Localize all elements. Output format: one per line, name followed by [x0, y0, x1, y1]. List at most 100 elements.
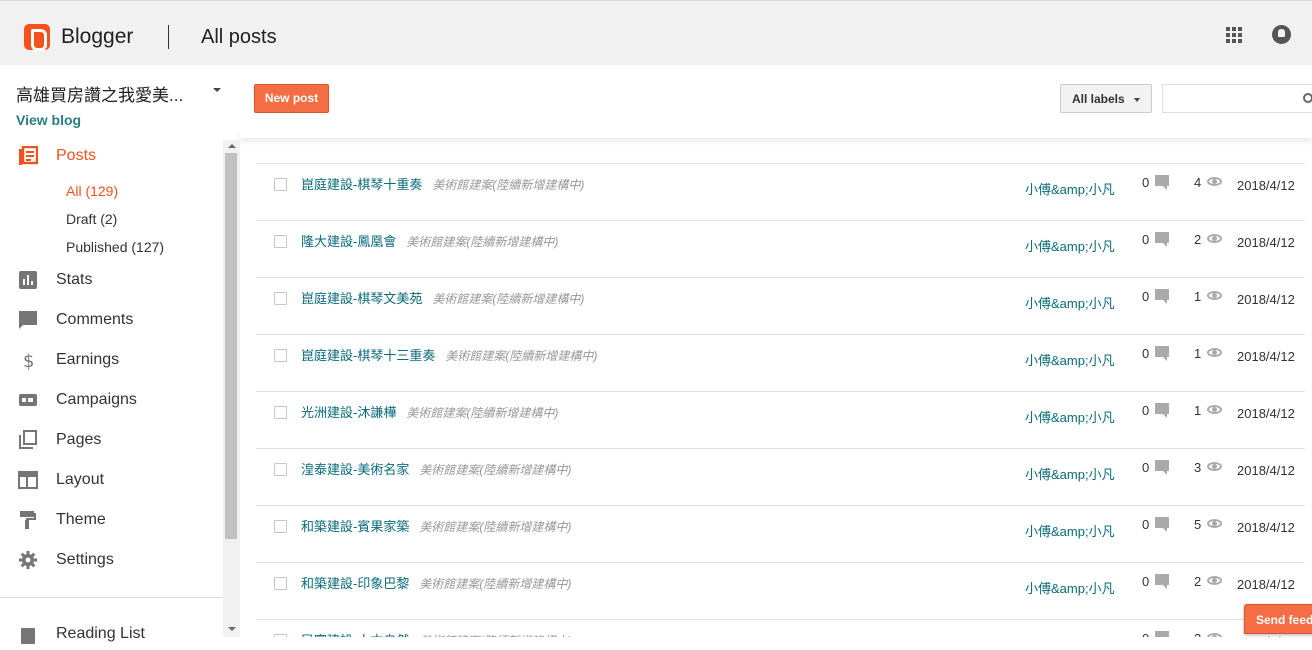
post-checkbox[interactable]: [274, 292, 287, 305]
view-count: 3: [1194, 460, 1202, 475]
post-row[interactable]: 崑庭建設-棋琴文美苑 美術館建案(陸續新增建構中) 小傅&amp;小凡 0 1 2018/…: [256, 277, 1305, 334]
post-labels: 美術館建案(陸續新增建構中): [445, 349, 598, 363]
post-author[interactable]: 小傅&amp;小凡: [1025, 179, 1115, 198]
post-checkbox[interactable]: [274, 349, 287, 362]
post-title-text[interactable]: 民富建設-人本自然: [301, 633, 409, 637]
post-title-text[interactable]: 湟泰建設-美術名家: [301, 462, 409, 477]
post-row[interactable]: 崑庭建設-棋琴十重奏 美術館建案(陸續新增建構中) 小傅&amp;小凡 0 4 2018/…: [256, 163, 1305, 220]
comment-icon: [1155, 631, 1169, 637]
post-date: 2018/4/12: [1237, 520, 1295, 535]
post-row[interactable]: 和築建設-賓果家築 美術館建案(陸續新增建構中) 小傅&amp;小凡 0 5 2018/4…: [256, 505, 1305, 562]
sidebar-scrollbar[interactable]: [223, 140, 240, 637]
sidebar-item-layout[interactable]: Layout: [0, 464, 223, 496]
post-author[interactable]: 小傅&amp;小凡: [1025, 521, 1115, 540]
post-title-text[interactable]: 光洲建設-沐謙樺: [301, 405, 396, 420]
scroll-down-icon[interactable]: [228, 627, 236, 631]
comment-icon: [1155, 574, 1169, 589]
scrollbar-thumb[interactable]: [225, 153, 237, 539]
post-title-text[interactable]: 和築建設-印象巴黎: [301, 576, 409, 591]
eye-icon: [1207, 405, 1222, 414]
view-count: 5: [1194, 517, 1202, 532]
post-checkbox[interactable]: [274, 463, 287, 476]
blogger-logo-icon[interactable]: [24, 24, 50, 51]
post-row[interactable]: 崑庭建設-棋琴十三重奏 美術館建案(陸續新增建構中) 小傅&amp;小凡 0 1 2018…: [256, 334, 1305, 391]
post-title[interactable]: 和築建設-賓果家築 美術館建案(陸續新增建構中): [301, 516, 571, 535]
reading-list-icon: [21, 628, 35, 644]
search-icon[interactable]: [1303, 93, 1312, 103]
eye-icon: [1207, 633, 1222, 637]
post-title-text[interactable]: 隆大建設-鳳凰會: [301, 234, 396, 249]
notifications-icon[interactable]: [1272, 25, 1291, 44]
post-labels: 美術館建案(陸續新增建構中): [406, 406, 559, 420]
post-date: 2018/4/12: [1237, 292, 1295, 307]
post-row[interactable]: 隆大建設-鳳凰會 美術館建案(陸續新增建構中) 小傅&amp;小凡 0 2 2018/4/…: [256, 220, 1305, 277]
post-title-text[interactable]: 崑庭建設-棋琴文美苑: [301, 291, 422, 306]
sidebar-item-theme[interactable]: Theme: [0, 504, 223, 536]
post-title[interactable]: 光洲建設-沐謙樺 美術館建案(陸續新增建構中): [301, 402, 558, 421]
sidebar-item-campaigns[interactable]: Campaigns: [0, 384, 223, 416]
comment-count: 0: [1142, 346, 1150, 361]
sidebar-item-label: Stats: [56, 271, 93, 288]
search-input[interactable]: [1162, 84, 1312, 113]
view-count: 1: [1194, 346, 1202, 361]
sidebar-item-earnings[interactable]: $ Earnings: [0, 344, 223, 376]
post-author[interactable]: 小傅&amp;小凡: [1025, 236, 1115, 255]
brand-name[interactable]: Blogger: [61, 25, 133, 49]
eye-icon: [1207, 291, 1222, 300]
comment-icon: [1155, 175, 1169, 190]
sidebar-item-comments[interactable]: Comments: [0, 304, 223, 336]
send-feedback-button[interactable]: Send feedback: [1244, 604, 1312, 634]
post-labels: 美術館建案(陸續新增建構中): [419, 577, 572, 591]
blog-selector[interactable]: 高雄買房讚之我愛美...: [16, 81, 183, 106]
layout-icon: [18, 471, 38, 489]
post-checkbox[interactable]: [274, 178, 287, 191]
apps-grid-icon[interactable]: [1226, 27, 1242, 43]
sidebar-subitem-published[interactable]: Published (127): [66, 239, 164, 255]
post-labels: 美術館建案(陸續新增建構中): [419, 520, 572, 534]
comment-count: 0: [1142, 460, 1150, 475]
sidebar-subitem-draft[interactable]: Draft (2): [66, 211, 117, 227]
sidebar-item-reading-list[interactable]: Reading List: [0, 618, 223, 650]
post-author[interactable]: 小傅&amp;小凡: [1025, 578, 1115, 597]
post-title-text[interactable]: 崑庭建設-棋琴十重奏: [301, 177, 422, 192]
post-row[interactable]: 和築建設-印象巴黎 美術館建案(陸續新增建構中) 小傅&amp;小凡 0 2 2018/4…: [256, 562, 1305, 619]
post-title[interactable]: 崑庭建設-棋琴十重奏 美術館建案(陸續新增建構中): [301, 174, 584, 193]
sidebar-item-stats[interactable]: Stats: [0, 264, 223, 296]
view-blog-link[interactable]: View blog: [16, 112, 81, 128]
comment-icon: [1155, 403, 1169, 418]
post-author[interactable]: 小傅&amp;小凡: [1025, 350, 1115, 369]
sidebar-item-posts[interactable]: Posts: [0, 140, 223, 172]
post-title[interactable]: 湟泰建設-美術名家 美術館建案(陸續新增建構中): [301, 459, 571, 478]
post-checkbox[interactable]: [274, 406, 287, 419]
post-title[interactable]: 和築建設-印象巴黎 美術館建案(陸續新增建構中): [301, 573, 571, 592]
post-row[interactable]: 湟泰建設-美術名家 美術館建案(陸續新增建構中) 小傅&amp;小凡 0 3 2018/4…: [256, 448, 1305, 505]
labels-filter-dropdown[interactable]: All labels: [1060, 84, 1152, 113]
top-bar: Blogger All posts: [0, 0, 1312, 65]
post-title[interactable]: 隆大建設-鳳凰會 美術館建案(陸續新增建構中): [301, 231, 558, 250]
svg-text:$: $: [23, 351, 34, 370]
post-author[interactable]: 小傅&amp;小凡: [1025, 464, 1115, 483]
post-title[interactable]: 崑庭建設-棋琴十三重奏 美術館建案(陸續新增建構中): [301, 345, 597, 364]
new-post-button[interactable]: New post: [254, 84, 329, 113]
post-row[interactable]: 民富建設-人本自然美術館建案(陸續新增建構中)小傅&amp;小凡022018/4…: [256, 619, 1305, 637]
post-date: 2018/4/12: [1237, 577, 1295, 592]
post-checkbox[interactable]: [274, 577, 287, 590]
post-title[interactable]: 民富建設-人本自然美術館建案(陸續新增建構中): [301, 630, 571, 637]
post-labels: 美術館建案(陸續新增建構中): [432, 178, 585, 192]
post-title[interactable]: 崑庭建設-棋琴文美苑 美術館建案(陸續新增建構中): [301, 288, 584, 307]
post-title-text[interactable]: 崑庭建設-棋琴十三重奏: [301, 348, 435, 363]
post-checkbox[interactable]: [274, 520, 287, 533]
post-checkbox[interactable]: [274, 235, 287, 248]
scroll-up-icon[interactable]: [228, 144, 236, 148]
comment-count: 0: [1142, 289, 1150, 304]
post-title-text[interactable]: 和築建設-賓果家築: [301, 519, 409, 534]
post-author[interactable]: 小傅&amp;小凡: [1025, 293, 1115, 312]
post-author[interactable]: 小傅&amp;小凡: [1025, 407, 1115, 426]
sidebar-subitem-all[interactable]: All (129): [66, 183, 118, 199]
post-row[interactable]: 光洲建設-沐謙樺 美術館建案(陸續新增建構中) 小傅&amp;小凡 0 1 2018/4/…: [256, 391, 1305, 448]
sidebar-item-pages[interactable]: Pages: [0, 424, 223, 456]
post-labels: 美術館建案(陸續新增建構中): [419, 463, 572, 477]
sidebar-item-label: Posts: [56, 147, 97, 164]
sidebar-item-settings[interactable]: Settings: [0, 544, 223, 576]
blog-selector-dropdown-icon[interactable]: [213, 88, 221, 92]
